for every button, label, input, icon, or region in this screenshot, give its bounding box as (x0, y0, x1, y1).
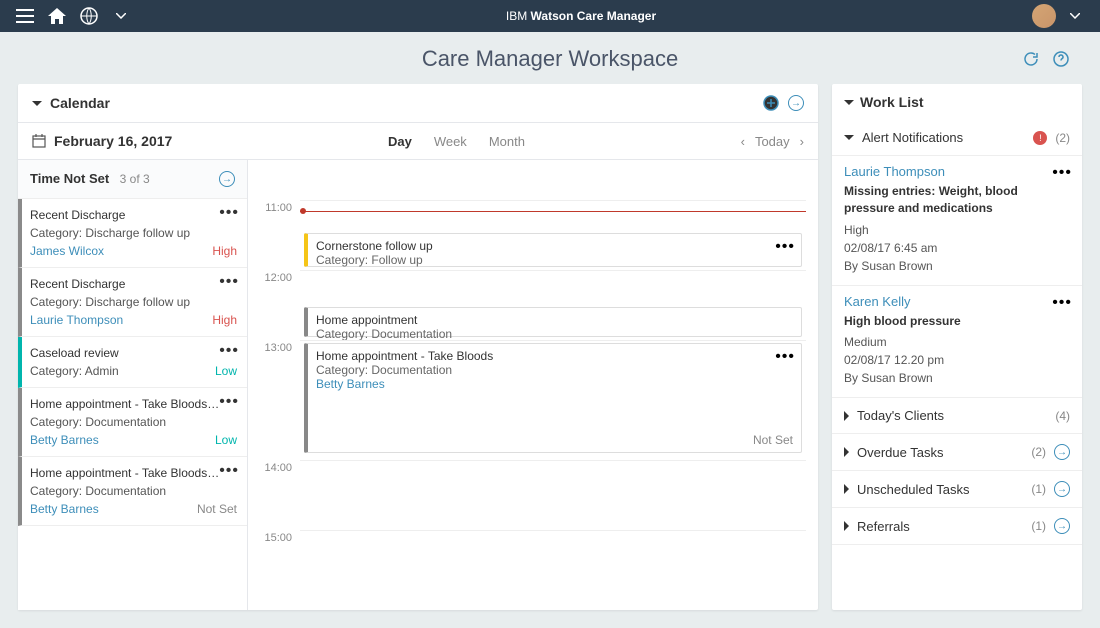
task-item[interactable]: ••• Home appointment - Take Bloods… Cate… (18, 457, 247, 526)
refresh-icon[interactable] (1022, 50, 1040, 68)
page-title: Care Manager Workspace (422, 46, 678, 71)
arrow-right-icon[interactable]: → (219, 171, 235, 187)
topbar-right (1032, 4, 1084, 28)
more-icon[interactable]: ••• (219, 205, 239, 221)
caret-down-icon (844, 135, 854, 140)
next-icon[interactable]: › (800, 134, 804, 149)
caret-right-icon (844, 411, 849, 421)
event[interactable]: ••• Home appointment - Take Bloods Categ… (304, 343, 802, 453)
calendar-date[interactable]: February 16, 2017 (32, 133, 172, 149)
caret-right-icon (844, 521, 849, 531)
alert-badge-icon: ! (1033, 131, 1047, 145)
tab-week[interactable]: Week (434, 134, 467, 149)
calendar-nav: ‹ Today › (741, 134, 804, 149)
worklist-header[interactable]: Work List (832, 84, 1082, 120)
topbar-left (16, 7, 130, 25)
add-icon[interactable] (762, 94, 780, 112)
caret-down-icon (844, 100, 854, 105)
arrow-right-icon[interactable]: → (1054, 444, 1070, 460)
avatar[interactable] (1032, 4, 1056, 28)
task-item[interactable]: ••• Recent Discharge Category: Discharge… (18, 268, 247, 337)
tab-month[interactable]: Month (489, 134, 525, 149)
alerts-section-header[interactable]: Alert Notifications ! (2) (832, 120, 1082, 156)
menu-icon[interactable] (16, 7, 34, 25)
globe-icon[interactable] (80, 7, 98, 25)
more-icon[interactable]: ••• (219, 463, 239, 479)
task-item[interactable]: ••• Recent Discharge Category: Discharge… (18, 199, 247, 268)
worklist-section[interactable]: Referrals (1) → (832, 508, 1082, 545)
event[interactable]: Home appointment Category: Documentation (304, 307, 802, 337)
time-label: 14:00 (248, 460, 300, 474)
page-title-bar: Care Manager Workspace (0, 32, 1100, 84)
calendar-panel: Calendar → February 16, 2017 Day Week Mo… (18, 84, 818, 610)
time-not-set-panel: Time Not Set 3 of 3 → ••• Recent Dischar… (18, 160, 248, 610)
caret-down-icon (32, 101, 42, 106)
alert-item[interactable]: ••• Karen Kelly High blood pressure Medi… (832, 286, 1082, 399)
app-prefix: IBM (506, 9, 527, 23)
more-icon[interactable]: ••• (219, 274, 239, 290)
tab-day[interactable]: Day (388, 134, 412, 149)
timeline[interactable]: 11:00 ••• Cornerstone follow up Category… (248, 160, 818, 610)
calendar-body: Time Not Set 3 of 3 → ••• Recent Dischar… (18, 160, 818, 610)
caret-right-icon (844, 484, 849, 494)
top-bar: IBM Watson Care Manager (0, 0, 1100, 32)
calendar-title: Calendar (50, 95, 110, 111)
calendar-tabs: Day Week Month (172, 134, 740, 149)
more-icon[interactable]: ••• (1052, 294, 1072, 312)
today-button[interactable]: Today (755, 134, 790, 149)
task-item[interactable]: ••• Home appointment - Take Bloods… Cate… (18, 388, 247, 457)
arrow-right-icon[interactable]: → (1054, 481, 1070, 497)
worklist-panel: Work List Alert Notifications ! (2) ••• … (832, 84, 1082, 610)
home-icon[interactable] (48, 7, 66, 25)
caret-right-icon (844, 447, 849, 457)
worklist-section[interactable]: Unscheduled Tasks (1) → (832, 471, 1082, 508)
app-title: IBM Watson Care Manager (130, 9, 1032, 23)
arrow-right-icon[interactable]: → (788, 95, 804, 111)
more-icon[interactable]: ••• (775, 348, 795, 366)
time-not-set-header[interactable]: Time Not Set 3 of 3 → (18, 160, 247, 199)
more-icon[interactable]: ••• (775, 238, 795, 256)
chevron-down-icon[interactable] (112, 7, 130, 25)
time-label: 13:00 (248, 340, 300, 354)
main-content: Calendar → February 16, 2017 Day Week Mo… (0, 84, 1100, 628)
more-icon[interactable]: ••• (219, 343, 239, 359)
task-item[interactable]: ••• Caseload review Category: Admin Low (18, 337, 247, 388)
time-label: 15:00 (248, 530, 300, 544)
chevron-down-icon[interactable] (1066, 7, 1084, 25)
prev-icon[interactable]: ‹ (741, 134, 745, 149)
more-icon[interactable]: ••• (1052, 164, 1072, 182)
time-label: 11:00 (248, 200, 300, 214)
more-icon[interactable]: ••• (219, 394, 239, 410)
calendar-header[interactable]: Calendar → (18, 84, 818, 123)
app-name: Watson Care Manager (531, 9, 657, 23)
event[interactable]: ••• Cornerstone follow up Category: Foll… (304, 233, 802, 267)
worklist-section[interactable]: Overdue Tasks (2) → (832, 434, 1082, 471)
help-icon[interactable] (1052, 50, 1070, 68)
page-actions (1022, 50, 1070, 68)
now-indicator (300, 211, 806, 212)
calendar-toolbar: February 16, 2017 Day Week Month ‹ Today… (18, 123, 818, 160)
alert-item[interactable]: ••• Laurie Thompson Missing entries: Wei… (832, 156, 1082, 286)
arrow-right-icon[interactable]: → (1054, 518, 1070, 534)
worklist-section[interactable]: Today's Clients (4) (832, 398, 1082, 434)
time-label: 12:00 (248, 270, 300, 284)
